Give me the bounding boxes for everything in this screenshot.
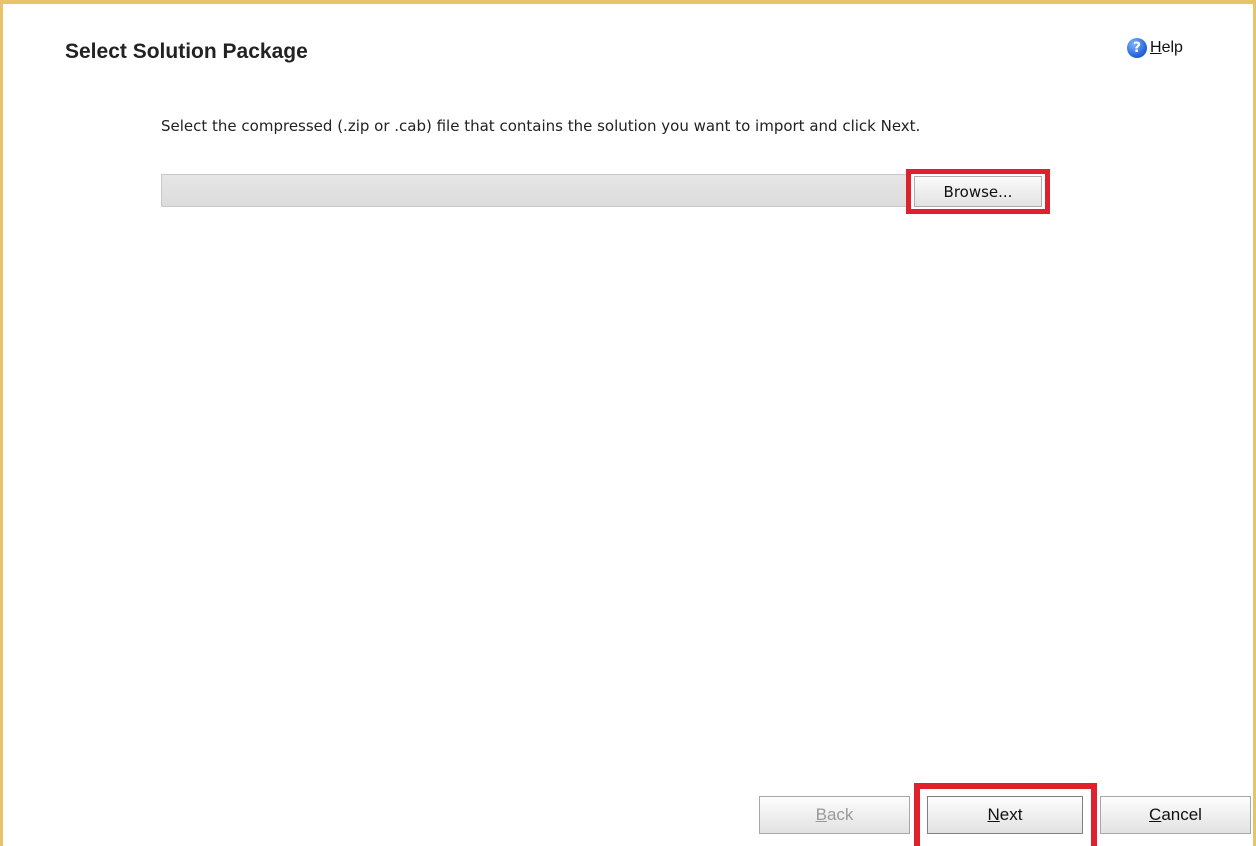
help-link[interactable]: ? Help	[1127, 38, 1183, 58]
browse-button[interactable]: Browse...	[914, 176, 1042, 207]
window-frame-top	[0, 0, 1256, 4]
help-icon: ?	[1127, 38, 1147, 58]
page-title: Select Solution Package	[65, 40, 308, 63]
back-button[interactable]: Back	[759, 796, 910, 834]
help-label: Help	[1150, 39, 1183, 56]
window-frame-left	[0, 0, 3, 846]
cancel-button[interactable]: Cancel	[1100, 796, 1251, 834]
file-path-field[interactable]	[161, 174, 911, 207]
instruction-text: Select the compressed (.zip or .cab) fil…	[161, 117, 921, 135]
next-button[interactable]: Next	[927, 796, 1083, 834]
